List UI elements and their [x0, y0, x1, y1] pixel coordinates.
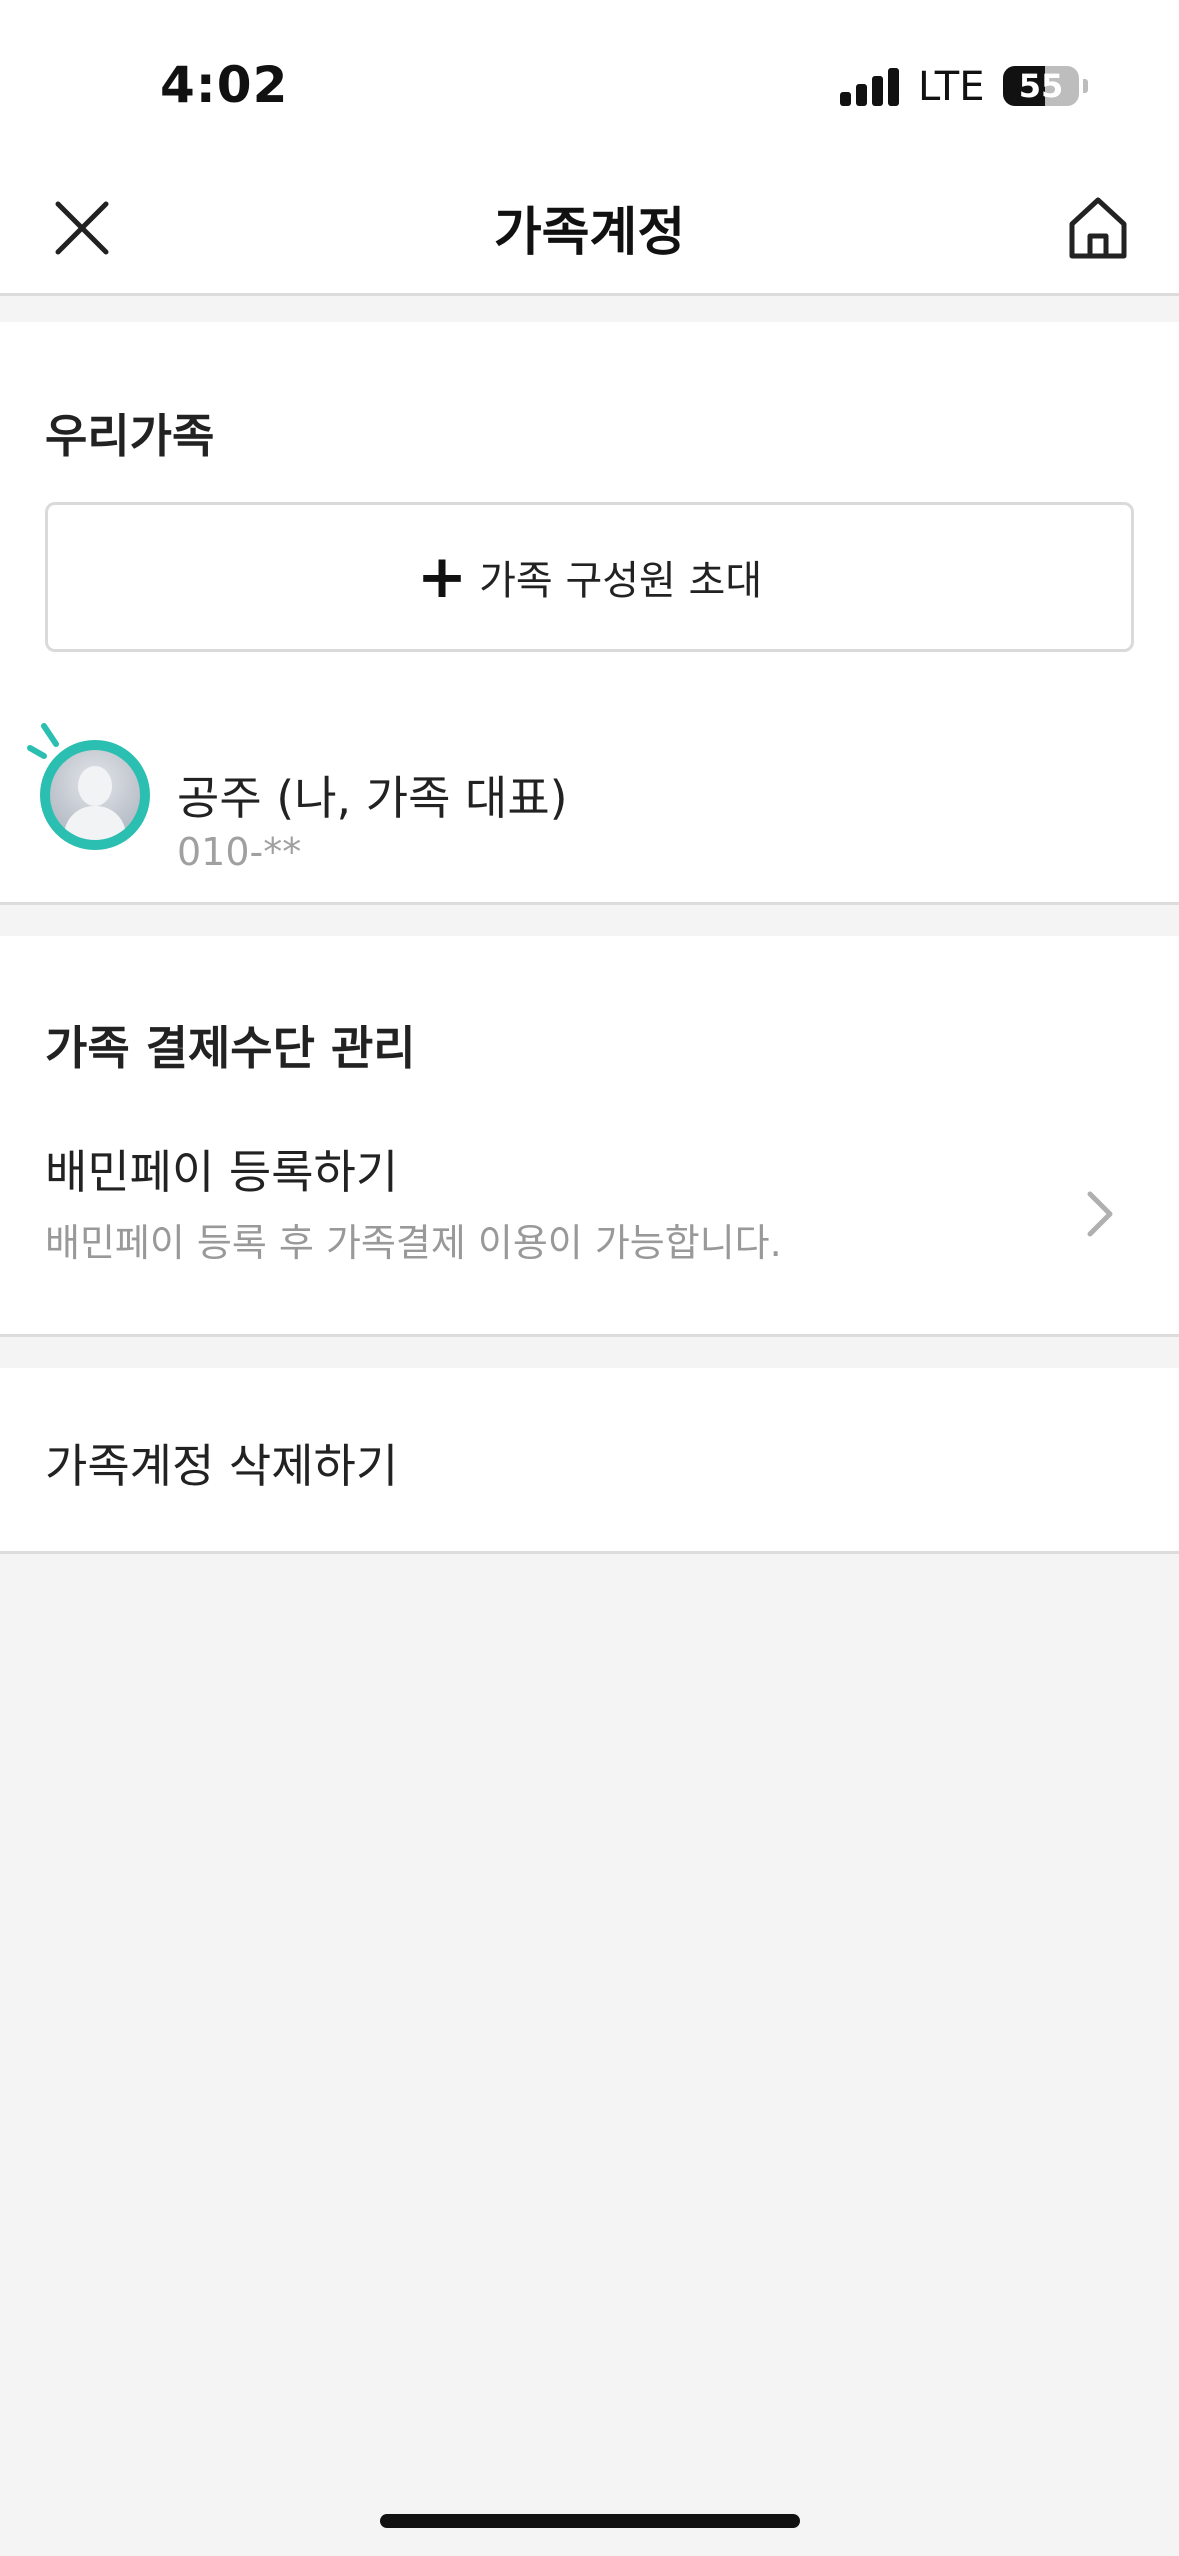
chevron-right-icon — [1087, 1191, 1113, 1237]
member-phone: 010-** — [177, 830, 302, 874]
register-baeminpay-title: 배민페이 등록하기 — [45, 1145, 399, 1199]
delete-section: 가족계정 삭제하기 — [0, 1368, 1179, 1554]
payment-section: 가족 결제수단 관리 배민페이 등록하기 배민페이 등록 후 가족결제 이용이 … — [0, 936, 1179, 1337]
register-baeminpay-item[interactable]: 배민페이 등록하기 배민페이 등록 후 가족결제 이용이 가능합니다. — [0, 1136, 1179, 1336]
member-name: 공주 (나, 가족 대표) — [177, 771, 568, 825]
plus-icon: + — [416, 542, 468, 612]
home-button[interactable] — [1060, 190, 1136, 266]
delete-family-account-button[interactable]: 가족계정 삭제하기 — [45, 1430, 398, 1496]
status-bar: 4:02 LTE 55 — [0, 0, 1179, 160]
payment-section-title: 가족 결제수단 관리 — [45, 1021, 416, 1075]
family-member-item[interactable]: 공주 (나, 가족 대표) 010-** — [0, 722, 1179, 874]
header: 가족계정 — [0, 160, 1179, 296]
network-label: LTE — [918, 64, 985, 110]
family-section: 우리가족 + 가족 구성원 초대 공주 (나, 가족 대표) 010-** — [0, 322, 1179, 905]
page-title: 가족계정 — [493, 203, 686, 263]
invite-member-label: 가족 구성원 초대 — [479, 558, 763, 604]
battery-level: 55 — [1018, 67, 1064, 105]
battery-icon: 55 — [1003, 66, 1088, 106]
status-time: 4:02 — [160, 56, 289, 114]
signal-icon — [840, 68, 900, 106]
home-icon — [1069, 197, 1127, 259]
invite-member-button[interactable]: + 가족 구성원 초대 — [45, 502, 1134, 652]
avatar — [40, 740, 150, 850]
register-baeminpay-description: 배민페이 등록 후 가족결제 이용이 가능합니다. — [45, 1221, 782, 1265]
home-indicator — [380, 2514, 800, 2528]
family-section-title: 우리가족 — [45, 409, 215, 463]
